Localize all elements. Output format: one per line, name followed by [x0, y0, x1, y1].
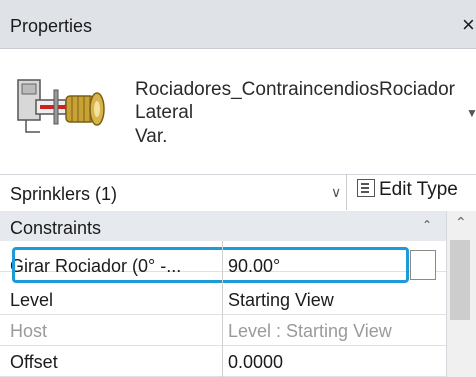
property-name: Level [10, 290, 54, 310]
properties-panel: Properties × Rociadores_ContraincendiosR… [0, 0, 476, 377]
scroll-up-icon[interactable]: ⌃ [455, 214, 467, 231]
property-row[interactable] [0, 284, 446, 315]
close-icon[interactable]: × [462, 12, 475, 38]
scrollbar-thumb[interactable] [450, 240, 470, 320]
chevron-down-icon[interactable]: ▼ [466, 106, 476, 120]
property-name: Host [10, 321, 48, 341]
panel-title: Properties [10, 16, 93, 36]
sprinkler-thumbnail-icon [8, 60, 122, 160]
highlight-box [12, 247, 409, 283]
edit-type-icon [357, 179, 375, 197]
column-divider [222, 241, 223, 377]
family-type-name: Rociadores_ContraincendiosRociadorLatera… [135, 79, 456, 123]
panel-titlebar: Properties × [0, 0, 476, 49]
edit-type-label: Edit Type [379, 179, 458, 200]
property-value[interactable]: 0.0000 [228, 352, 283, 373]
group-label: Constraints [10, 218, 102, 238]
family-type-variant: Var. [135, 126, 168, 147]
edit-type-button[interactable]: Edit Type [357, 179, 458, 207]
property-name: Offset [10, 352, 58, 372]
collapse-icon[interactable]: ⌃ [422, 218, 432, 232]
property-edit-box[interactable] [410, 250, 436, 280]
property-value: Level : Starting View [228, 321, 392, 341]
property-row[interactable] [0, 346, 446, 377]
instance-filter-value: Sprinklers (1) [10, 184, 118, 204]
chevron-down-icon[interactable]: ∨ [331, 184, 341, 201]
property-value[interactable]: Starting View [228, 290, 334, 311]
